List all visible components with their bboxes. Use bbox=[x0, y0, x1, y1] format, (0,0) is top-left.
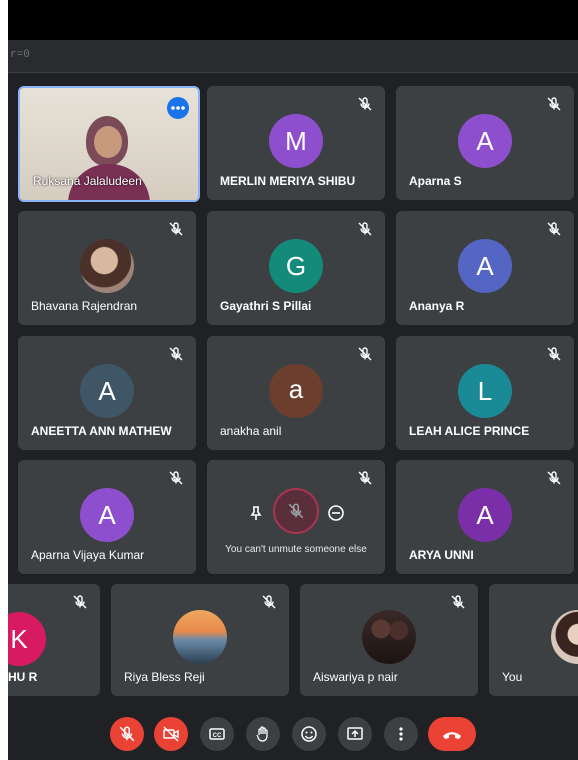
mute-participant-button[interactable] bbox=[287, 502, 305, 520]
participant-tile-hovered[interactable]: You can't unmute someone else bbox=[207, 460, 385, 574]
participant-tile-aneetta[interactable]: A ANEETTA ANN MATHEW bbox=[18, 336, 196, 450]
mic-off-icon bbox=[169, 347, 183, 361]
participant-name: anakha anil bbox=[220, 424, 282, 438]
mic-off-icon bbox=[288, 503, 304, 519]
avatar: M bbox=[269, 114, 323, 168]
raise-hand-icon bbox=[256, 726, 268, 742]
participant-name: MERLIN MERIYA SHIBU bbox=[220, 174, 356, 188]
avatar: A bbox=[458, 488, 512, 542]
present-screen-icon bbox=[347, 727, 363, 740]
avatar: a bbox=[269, 364, 323, 418]
profile-photo bbox=[173, 610, 227, 664]
participant-tile-gayathri[interactable]: G Gayathri S Pillai bbox=[207, 211, 385, 325]
participant-tile-ruksana[interactable]: Ruksana Jalaludeen bbox=[18, 86, 200, 202]
camera-toggle-button[interactable] bbox=[154, 717, 188, 751]
captions-icon: CC bbox=[209, 728, 225, 740]
more-options-button[interactable] bbox=[384, 717, 418, 751]
emoji-icon bbox=[301, 726, 317, 742]
avatar: A bbox=[458, 239, 512, 293]
browser-top-bar bbox=[8, 0, 578, 40]
address-bar[interactable]: r=0 bbox=[8, 40, 578, 73]
url-text: r=0 bbox=[10, 49, 30, 61]
participant-name: Aparna Vijaya Kumar bbox=[31, 548, 145, 562]
end-call-button[interactable] bbox=[428, 717, 476, 751]
present-button[interactable] bbox=[338, 717, 372, 751]
mic-toggle-button[interactable] bbox=[110, 717, 144, 751]
call-controls: CC bbox=[8, 702, 578, 760]
participant-name: You bbox=[502, 670, 523, 684]
participant-name: ANEETTA ANN MATHEW bbox=[31, 424, 172, 438]
participant-name: LEAH ALICE PRINCE bbox=[409, 424, 530, 438]
mic-off-icon bbox=[547, 347, 561, 361]
avatar: A bbox=[458, 114, 512, 168]
camera-off-icon bbox=[163, 726, 179, 742]
participant-tile-you[interactable]: You bbox=[489, 584, 578, 696]
mic-off-icon bbox=[358, 471, 372, 485]
more-horiz-icon bbox=[171, 106, 185, 110]
participant-tile-partial-left[interactable]: K HU R bbox=[8, 584, 100, 696]
participant-tile-anakha[interactable]: a anakha anil bbox=[207, 336, 385, 450]
participant-name: Riya Bless Reji bbox=[124, 670, 205, 684]
participant-name: HU R bbox=[8, 670, 38, 684]
mic-off-icon bbox=[547, 97, 561, 111]
remove-button[interactable] bbox=[327, 504, 345, 522]
participant-tile-leah[interactable]: L LEAH ALICE PRINCE bbox=[396, 336, 574, 450]
mic-off-icon bbox=[358, 347, 372, 361]
profile-photo bbox=[362, 610, 416, 664]
more-options-button[interactable] bbox=[167, 97, 189, 119]
participant-tile-ananya[interactable]: A Ananya R bbox=[396, 211, 574, 325]
emoji-button[interactable] bbox=[292, 717, 326, 751]
participant-name: Aparna S bbox=[409, 174, 462, 188]
avatar: L bbox=[458, 364, 512, 418]
participant-name: Aiswariya p nair bbox=[313, 670, 398, 684]
avatar: A bbox=[80, 364, 134, 418]
person-face bbox=[94, 126, 122, 158]
mic-off-icon bbox=[358, 97, 372, 111]
mic-off-icon bbox=[451, 595, 465, 609]
participant-tile-arya[interactable]: A ARYA UNNI bbox=[396, 460, 574, 574]
profile-photo bbox=[551, 610, 578, 664]
mic-off-icon bbox=[73, 595, 87, 609]
participant-tile-merlin[interactable]: M MERLIN MERIYA SHIBU bbox=[207, 86, 385, 200]
participant-name: Ananya R bbox=[409, 299, 465, 313]
raise-hand-button[interactable] bbox=[246, 717, 280, 751]
participant-tile-bhavana[interactable]: Bhavana Rajendran bbox=[18, 211, 196, 325]
participant-name: Ruksana Jalaludeen bbox=[33, 174, 142, 188]
mic-off-icon bbox=[358, 222, 372, 236]
svg-text:CC: CC bbox=[213, 733, 222, 739]
pin-button[interactable] bbox=[247, 504, 265, 522]
mic-off-icon bbox=[547, 222, 561, 236]
tooltip-text: You can't unmute someone else bbox=[225, 544, 367, 555]
participant-tile-aparna-s[interactable]: A Aparna S bbox=[396, 86, 574, 200]
captions-button[interactable]: CC bbox=[200, 717, 234, 751]
mic-off-icon bbox=[169, 471, 183, 485]
avatar: K bbox=[8, 612, 46, 666]
mic-off-icon bbox=[119, 726, 135, 742]
avatar: A bbox=[80, 488, 134, 542]
participant-tile-aiswariya[interactable]: Aiswariya p nair bbox=[300, 584, 478, 696]
profile-photo bbox=[80, 239, 134, 293]
participant-tile-aparna-vijaya[interactable]: A Aparna Vijaya Kumar bbox=[18, 460, 196, 574]
remove-icon bbox=[328, 505, 344, 521]
participant-tile-riya[interactable]: Riya Bless Reji bbox=[111, 584, 289, 696]
participant-name: Bhavana Rajendran bbox=[31, 299, 138, 313]
mic-off-icon bbox=[169, 222, 183, 236]
more-vert-icon bbox=[399, 727, 403, 741]
end-call-icon bbox=[443, 732, 461, 739]
meet-window: r=0 Ruksana Jalaludeen M MERLIN MERIYA S… bbox=[8, 0, 578, 760]
participant-name: ARYA UNNI bbox=[409, 548, 474, 562]
pin-icon bbox=[250, 506, 262, 520]
avatar: G bbox=[269, 239, 323, 293]
mic-off-icon bbox=[547, 471, 561, 485]
participant-name: Gayathri S Pillai bbox=[220, 299, 312, 313]
mic-off-icon bbox=[262, 595, 276, 609]
